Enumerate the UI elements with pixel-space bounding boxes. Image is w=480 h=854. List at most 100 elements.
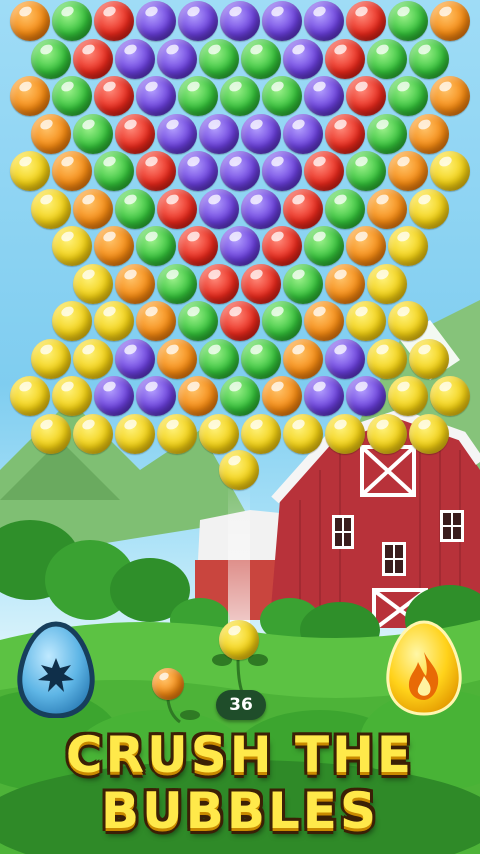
bubble-red xyxy=(136,151,176,191)
bubble-yellow xyxy=(73,338,113,379)
bubble-yellow xyxy=(388,376,428,416)
bubble-yellow xyxy=(346,301,386,341)
bubble-green xyxy=(388,1,428,41)
bubble-orange xyxy=(157,338,197,379)
bubble-orange xyxy=(388,151,428,191)
bubble-yellow xyxy=(31,338,71,379)
bubble-purple xyxy=(157,113,197,154)
bubble-yellow xyxy=(388,301,428,341)
bubble-purple xyxy=(283,113,323,154)
bubble-orange xyxy=(73,188,113,229)
bubble-red xyxy=(157,188,197,229)
bubble-yellow xyxy=(367,413,407,454)
bubble-green xyxy=(262,301,302,341)
game-scene[interactable]: 36 CRUSH THE BUBBLES xyxy=(0,0,480,854)
bomb-booster-button[interactable] xyxy=(16,620,96,718)
bubble-green xyxy=(388,76,428,116)
bubble-purple xyxy=(178,1,218,41)
bubble-red xyxy=(94,1,134,41)
bubble-green xyxy=(199,38,239,79)
bubble-purple xyxy=(178,151,218,191)
bubble-board[interactable] xyxy=(0,0,480,480)
bubble-purple xyxy=(346,376,386,416)
fire-booster-button[interactable] xyxy=(384,618,464,716)
bubble-yellow xyxy=(430,151,470,191)
bubble-orange xyxy=(430,76,470,116)
bubble-yellow xyxy=(52,301,92,341)
bubble-red xyxy=(115,113,155,154)
bubble-yellow xyxy=(31,188,71,229)
bubble-orange xyxy=(115,263,155,304)
bubble-yellow xyxy=(10,151,50,191)
bubble-yellow xyxy=(430,376,470,416)
bubble-purple xyxy=(136,76,176,116)
bubble-purple xyxy=(220,1,260,41)
bubble-green xyxy=(52,1,92,41)
bubble-purple xyxy=(220,151,260,191)
bubble-yellow xyxy=(10,376,50,416)
bubble-yellow xyxy=(388,226,428,266)
bubble-green xyxy=(136,226,176,266)
bubble-yellow xyxy=(409,413,449,454)
bubble-red xyxy=(346,1,386,41)
bubble-purple xyxy=(220,226,260,266)
bubble-green xyxy=(220,376,260,416)
bubble-green xyxy=(367,38,407,79)
bubble-yellow xyxy=(73,413,113,454)
bubble-purple xyxy=(241,113,281,154)
bubble-green xyxy=(94,151,134,191)
bubble-orange xyxy=(136,301,176,341)
bubble-purple xyxy=(241,188,281,229)
bubble-yellow xyxy=(409,188,449,229)
bubble-green xyxy=(241,338,281,379)
bubble-orange xyxy=(10,1,50,41)
bubble-yellow xyxy=(73,263,113,304)
shots-remaining-counter: 36 xyxy=(216,690,266,720)
bubble-green xyxy=(73,113,113,154)
bubble-red xyxy=(304,151,344,191)
bubble-orange xyxy=(52,151,92,191)
bubble-orange xyxy=(346,226,386,266)
bubble-purple xyxy=(199,188,239,229)
bubble-yellow xyxy=(94,301,134,341)
bubble-red xyxy=(325,38,365,79)
bubble-green xyxy=(346,151,386,191)
bubble-purple xyxy=(136,376,176,416)
bubble-purple xyxy=(262,1,302,41)
flying-bubble xyxy=(219,450,259,490)
bubble-red xyxy=(178,226,218,266)
bubble-red xyxy=(73,38,113,79)
headline-line-2: BUBBLES xyxy=(101,782,379,840)
bubble-red xyxy=(94,76,134,116)
bubble-purple xyxy=(304,1,344,41)
bubble-green xyxy=(325,188,365,229)
bubble-purple xyxy=(283,38,323,79)
bubble-purple xyxy=(115,38,155,79)
bubble-green xyxy=(283,263,323,304)
bubble-green xyxy=(262,76,302,116)
bubble-orange xyxy=(367,188,407,229)
bubble-orange xyxy=(31,113,71,154)
bubble-orange xyxy=(262,376,302,416)
bubble-yellow xyxy=(367,338,407,379)
bubble-yellow xyxy=(157,413,197,454)
bubble-green xyxy=(31,38,71,79)
bubble-red xyxy=(283,188,323,229)
bubble-yellow xyxy=(325,413,365,454)
promo-headline: CRUSH THE BUBBLES xyxy=(0,727,480,839)
bubble-green xyxy=(199,338,239,379)
bubble-green xyxy=(220,76,260,116)
bubble-purple xyxy=(115,338,155,379)
bubble-purple xyxy=(136,1,176,41)
bubble-yellow xyxy=(367,263,407,304)
bubble-purple xyxy=(199,113,239,154)
bubble-green xyxy=(304,226,344,266)
bubble-purple xyxy=(304,76,344,116)
next-bubble[interactable] xyxy=(152,668,184,700)
bubble-yellow xyxy=(199,413,239,454)
shooter-bubble[interactable] xyxy=(219,620,259,660)
bubble-orange xyxy=(178,376,218,416)
bubble-orange xyxy=(10,76,50,116)
bubble-green xyxy=(367,113,407,154)
bubble-yellow xyxy=(241,413,281,454)
